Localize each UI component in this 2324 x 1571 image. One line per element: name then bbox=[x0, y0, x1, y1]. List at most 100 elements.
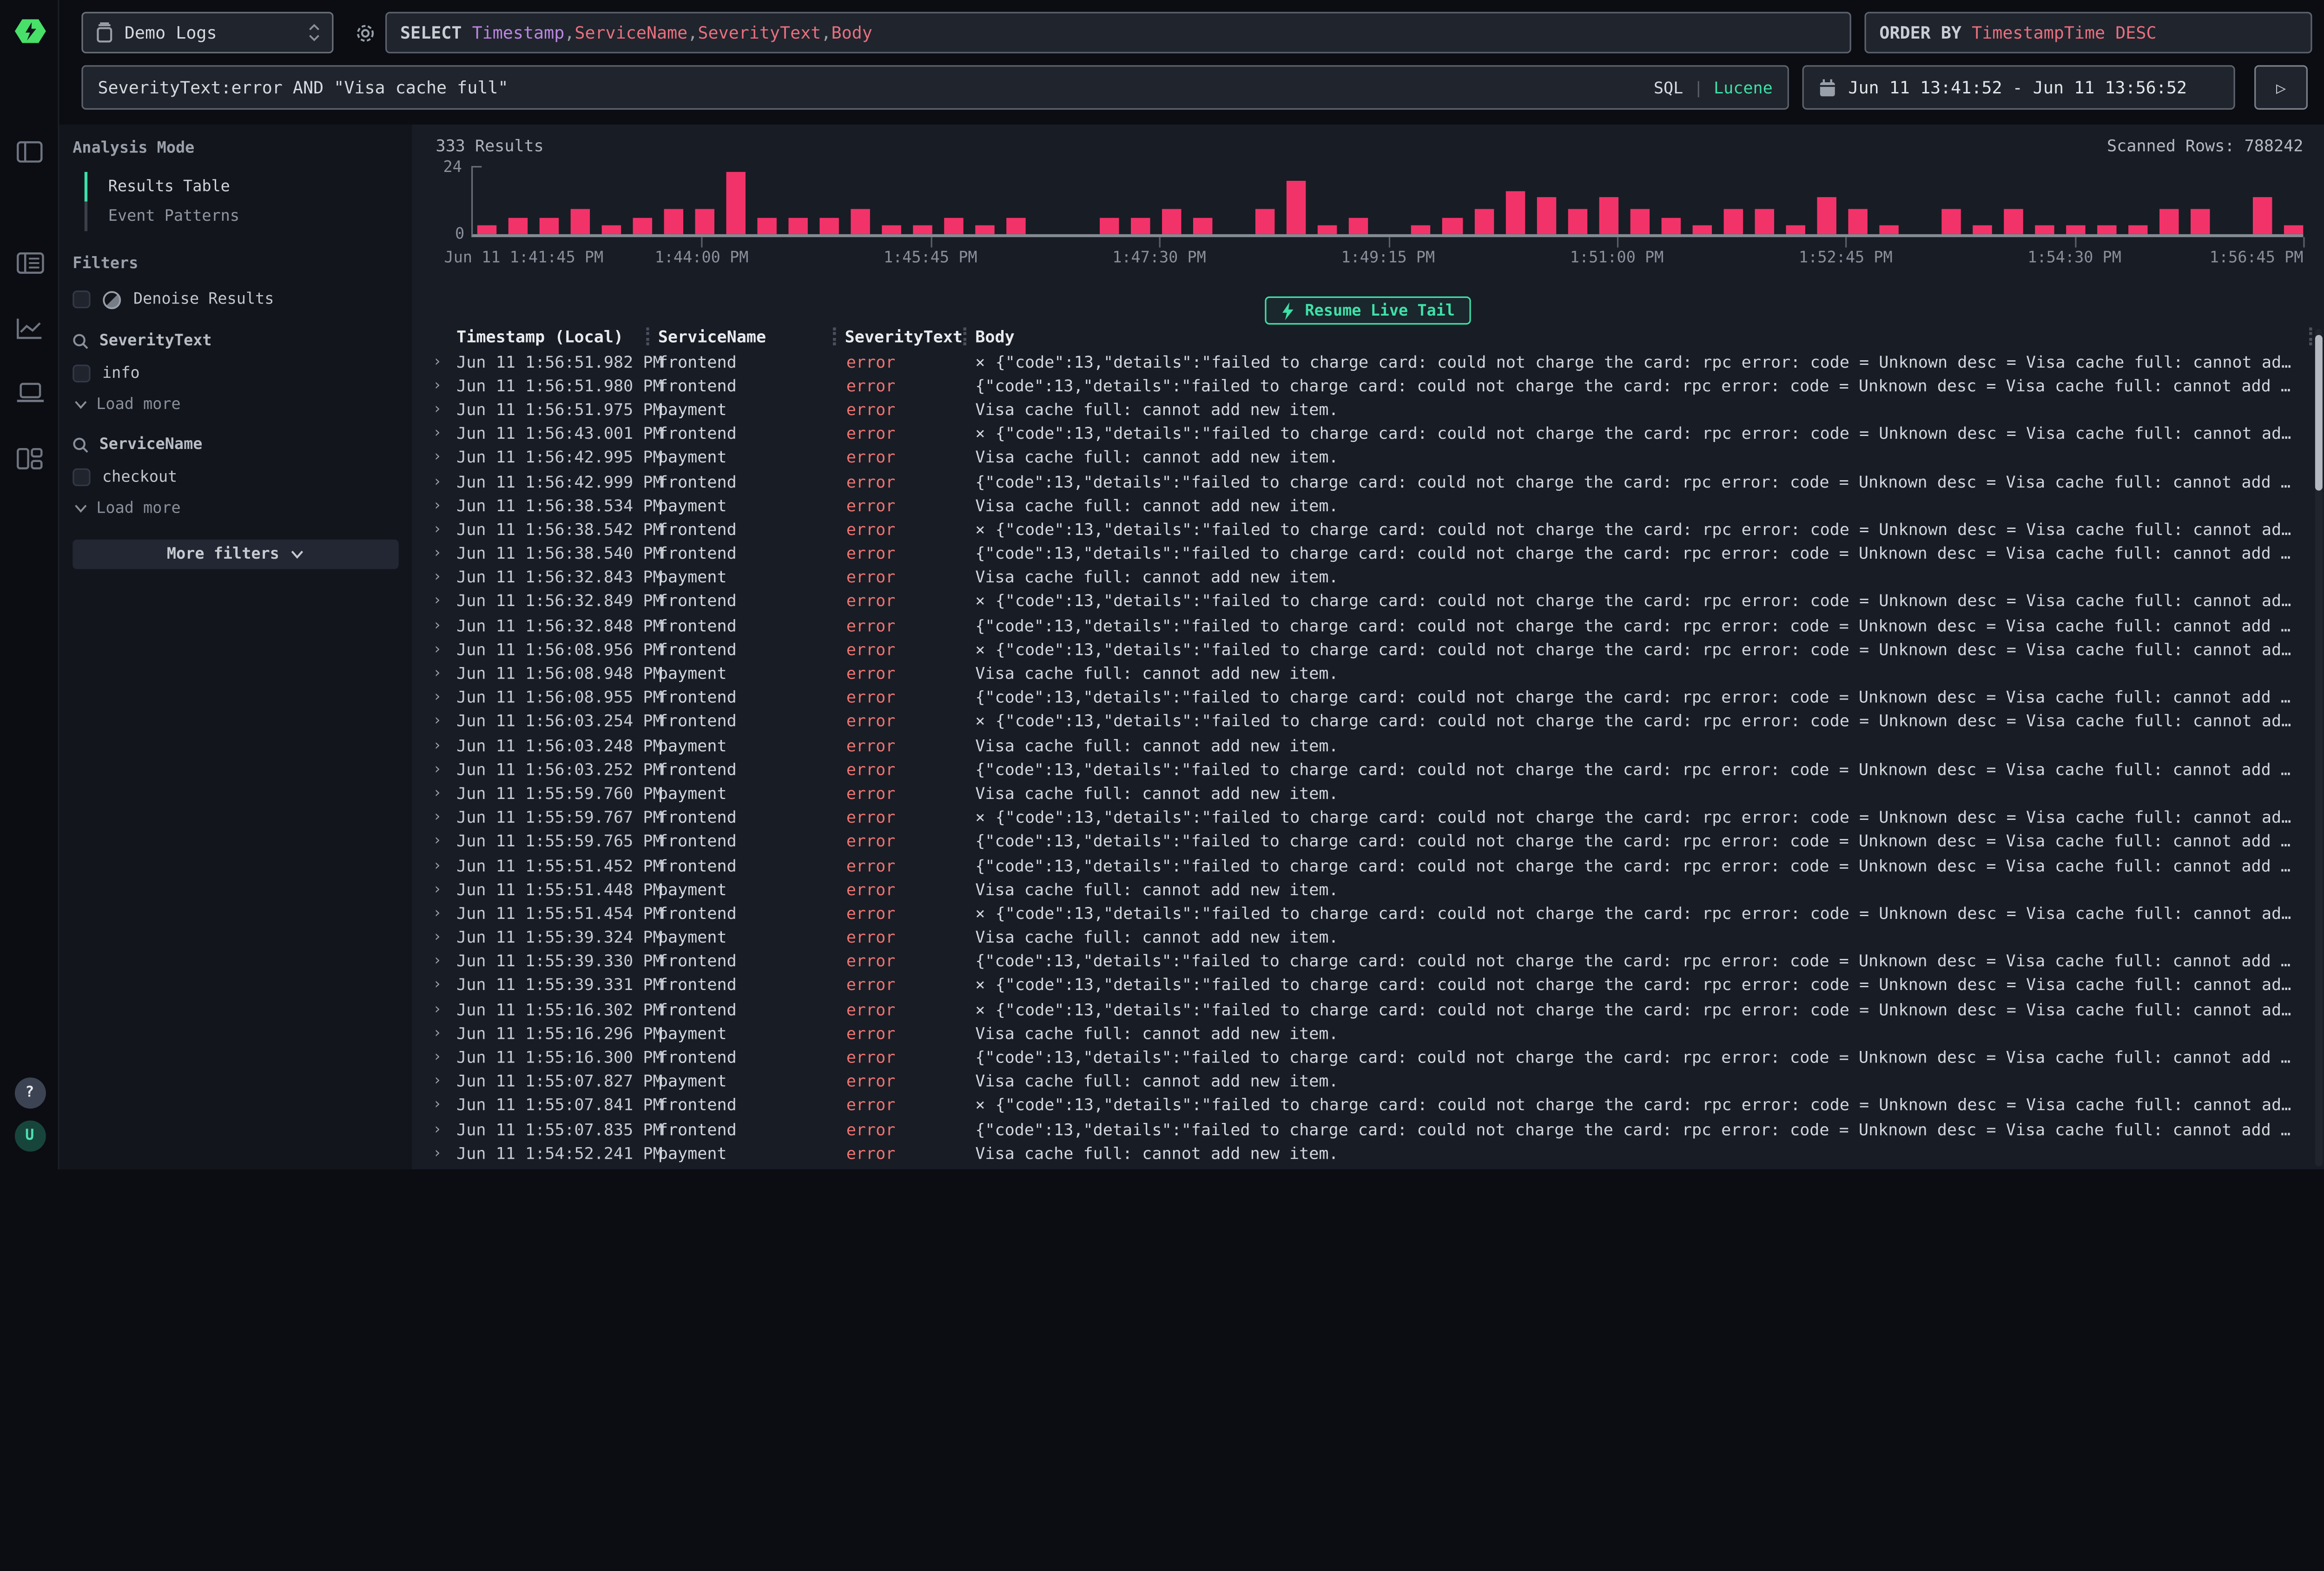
row-expander-icon[interactable]: › bbox=[430, 569, 451, 586]
histogram-bar[interactable] bbox=[1941, 209, 1961, 234]
histogram-bar[interactable] bbox=[477, 225, 497, 234]
histogram-bar[interactable] bbox=[1536, 197, 1556, 234]
histogram-bar[interactable] bbox=[540, 217, 559, 234]
app-logo[interactable] bbox=[0, 16, 59, 46]
histogram-bar[interactable] bbox=[1443, 217, 1462, 234]
histogram-bar[interactable] bbox=[2128, 225, 2148, 234]
histogram-bar[interactable] bbox=[1007, 217, 1026, 234]
row-expander-icon[interactable]: › bbox=[430, 521, 451, 538]
source-selector[interactable]: Demo Logs bbox=[81, 12, 333, 53]
row-expander-icon[interactable]: › bbox=[430, 810, 451, 826]
table-row[interactable]: › Jun 11 1:55:51.454 PM frontend error ×… bbox=[430, 902, 2324, 926]
table-row[interactable]: › Jun 11 1:55:51.448 PM payment error Vi… bbox=[430, 878, 2324, 902]
row-expander-icon[interactable]: › bbox=[430, 953, 451, 970]
table-row[interactable]: › Jun 11 1:56:42.999 PM frontend error {… bbox=[430, 470, 2324, 494]
resume-live-tail-button[interactable]: Resume Live Tail bbox=[1265, 297, 1471, 325]
histogram-bar[interactable] bbox=[2191, 209, 2210, 234]
table-row[interactable]: › Jun 11 1:56:43.001 PM frontend error ×… bbox=[430, 422, 2324, 446]
mode-sql-button[interactable]: SQL bbox=[1654, 78, 1683, 97]
row-expander-icon[interactable]: › bbox=[430, 689, 451, 706]
table-row[interactable]: › Jun 11 1:56:38.534 PM payment error Vi… bbox=[430, 494, 2324, 518]
table-row[interactable]: › Jun 11 1:56:03.254 PM frontend error ×… bbox=[430, 710, 2324, 734]
search-input[interactable]: SeverityText:error AND "Visa cache full" bbox=[98, 77, 1653, 98]
histogram-bar[interactable] bbox=[820, 217, 839, 234]
histogram-bar[interactable] bbox=[1754, 209, 1774, 234]
row-expander-icon[interactable]: › bbox=[430, 641, 451, 658]
load-more-servicename[interactable]: Load more bbox=[74, 498, 398, 519]
table-row[interactable]: › Jun 11 1:56:03.248 PM payment error Vi… bbox=[430, 733, 2324, 758]
scrollbar-thumb[interactable] bbox=[2315, 335, 2323, 491]
table-row[interactable]: › Jun 11 1:56:08.955 PM frontend error {… bbox=[430, 686, 2324, 710]
table-row[interactable]: › Jun 11 1:55:39.324 PM payment error Vi… bbox=[430, 925, 2324, 950]
histogram-bar[interactable] bbox=[2284, 225, 2304, 234]
row-expander-icon[interactable]: › bbox=[430, 354, 451, 370]
checkout-checkbox[interactable] bbox=[73, 469, 90, 486]
histogram-bar[interactable] bbox=[1661, 217, 1680, 234]
histogram-bar[interactable] bbox=[2159, 209, 2179, 234]
row-expander-icon[interactable]: › bbox=[430, 761, 451, 778]
row-expander-icon[interactable]: › bbox=[430, 713, 451, 730]
table-row[interactable]: › Jun 11 1:56:42.995 PM payment error Vi… bbox=[430, 446, 2324, 470]
table-row[interactable]: › Jun 11 1:56:32.848 PM frontend error {… bbox=[430, 614, 2324, 638]
histogram-bar[interactable] bbox=[2253, 197, 2272, 234]
table-row[interactable]: › Jun 11 1:55:59.760 PM payment error Vi… bbox=[430, 782, 2324, 806]
row-expander-icon[interactable]: › bbox=[430, 930, 451, 946]
histogram-bar[interactable] bbox=[1692, 225, 1711, 234]
histogram-bar[interactable] bbox=[1194, 217, 1213, 234]
table-row[interactable]: › Jun 11 1:56:08.948 PM payment error Vi… bbox=[430, 662, 2324, 686]
row-expander-icon[interactable]: › bbox=[430, 474, 451, 490]
sidebar-item-panel[interactable] bbox=[0, 141, 59, 163]
histogram-bar[interactable] bbox=[602, 225, 621, 234]
row-expander-icon[interactable]: › bbox=[430, 1145, 451, 1162]
table-row[interactable]: › Jun 11 1:55:16.296 PM payment error Vi… bbox=[430, 1022, 2324, 1046]
query-select-bar[interactable]: SELECT Timestamp, ServiceName, SeverityT… bbox=[385, 12, 1851, 53]
row-expander-icon[interactable]: › bbox=[430, 426, 451, 442]
table-row[interactable]: › Jun 11 1:55:59.765 PM frontend error {… bbox=[430, 830, 2324, 854]
histogram-bar[interactable] bbox=[1412, 225, 1431, 234]
table-row[interactable]: › Jun 11 1:56:32.843 PM payment error Vi… bbox=[430, 566, 2324, 590]
histogram-bar[interactable] bbox=[1567, 209, 1587, 234]
sidebar-item-charts[interactable] bbox=[0, 317, 59, 339]
histogram-bar[interactable] bbox=[944, 217, 964, 234]
row-expander-icon[interactable]: › bbox=[430, 786, 451, 802]
histogram-bar[interactable] bbox=[1816, 197, 1836, 234]
histogram-bar[interactable] bbox=[1972, 225, 1992, 234]
row-expander-icon[interactable]: › bbox=[430, 666, 451, 682]
histogram-bar[interactable] bbox=[1723, 209, 1743, 234]
sidebar-item-hosts[interactable] bbox=[0, 383, 59, 403]
order-by-bar[interactable]: ORDER BY TimestampTime DESC bbox=[1864, 12, 2312, 53]
histogram-bar[interactable] bbox=[882, 225, 902, 234]
row-expander-icon[interactable]: › bbox=[430, 833, 451, 850]
row-expander-icon[interactable]: › bbox=[430, 881, 451, 898]
table-row[interactable]: › Jun 11 1:55:39.330 PM frontend error {… bbox=[430, 950, 2324, 974]
more-filters-button[interactable]: More filters bbox=[73, 540, 399, 569]
row-expander-icon[interactable]: › bbox=[430, 905, 451, 922]
table-row[interactable]: › Jun 11 1:56:51.980 PM frontend error {… bbox=[430, 374, 2324, 398]
histogram-bar[interactable] bbox=[664, 209, 684, 234]
histogram-bar[interactable] bbox=[1256, 209, 1275, 234]
histogram-bar[interactable] bbox=[1474, 209, 1493, 234]
row-expander-icon[interactable]: › bbox=[430, 618, 451, 634]
mode-results-table[interactable]: Results Table bbox=[85, 172, 399, 202]
histogram-bar[interactable] bbox=[1785, 225, 1805, 234]
histogram-bar[interactable] bbox=[2066, 225, 2086, 234]
histogram-bar[interactable] bbox=[2034, 225, 2054, 234]
table-row[interactable]: › Jun 11 1:56:32.849 PM frontend error ×… bbox=[430, 590, 2324, 614]
histogram-bar[interactable] bbox=[1630, 209, 1649, 234]
histogram-bar[interactable] bbox=[2003, 209, 2023, 234]
row-expander-icon[interactable]: › bbox=[430, 594, 451, 610]
row-expander-icon[interactable]: › bbox=[430, 402, 451, 418]
table-row[interactable]: › Jun 11 1:55:16.302 PM frontend error ×… bbox=[430, 997, 2324, 1022]
histogram-bar[interactable] bbox=[726, 172, 746, 234]
row-expander-icon[interactable]: › bbox=[430, 546, 451, 562]
row-expander-icon[interactable]: › bbox=[430, 1002, 451, 1018]
table-row[interactable]: › Jun 11 1:56:08.956 PM frontend error ×… bbox=[430, 638, 2324, 662]
histogram-bar[interactable] bbox=[1848, 209, 1867, 234]
row-expander-icon[interactable]: › bbox=[430, 977, 451, 994]
mode-event-patterns[interactable]: Event Patterns bbox=[85, 202, 399, 231]
mode-lucene-button[interactable]: Lucene bbox=[1714, 78, 1773, 97]
info-checkbox[interactable] bbox=[73, 364, 90, 382]
histogram-bar[interactable] bbox=[2097, 225, 2117, 234]
table-options-handle[interactable] bbox=[2309, 328, 2312, 345]
table-row[interactable]: › Jun 11 1:56:38.542 PM frontend error ×… bbox=[430, 518, 2324, 542]
